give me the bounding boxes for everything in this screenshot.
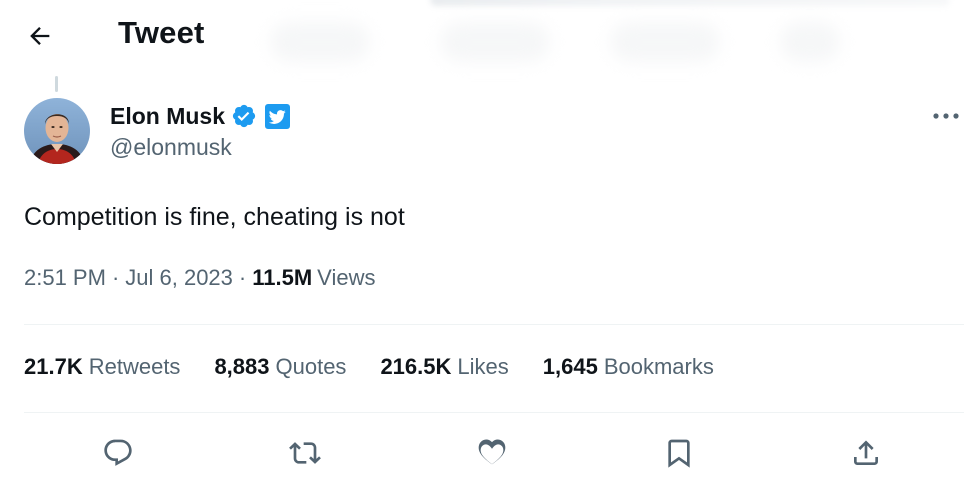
bookmarks-stat[interactable]: 1,645 Bookmarks bbox=[543, 354, 714, 380]
meta-separator: · bbox=[111, 265, 120, 290]
stat-count: 216.5K bbox=[380, 354, 452, 379]
stat-label: Retweets bbox=[88, 354, 181, 379]
divider bbox=[24, 324, 964, 325]
quotes-stat[interactable]: 8,883 Quotes bbox=[214, 354, 346, 380]
views-count: 11.5M bbox=[252, 265, 313, 290]
retweets-stat[interactable]: 21.7K Retweets bbox=[24, 354, 180, 380]
divider bbox=[24, 412, 964, 413]
share-button[interactable] bbox=[842, 429, 890, 477]
meta-separator: · bbox=[238, 265, 247, 290]
thread-connector-line bbox=[55, 76, 58, 92]
likes-stat[interactable]: 216.5K Likes bbox=[380, 354, 508, 380]
author-name[interactable]: Elon Musk bbox=[110, 103, 225, 130]
reply-icon bbox=[104, 439, 132, 466]
tweet-page: Tweet Elon Musk @elonmusk Competition is… bbox=[0, 0, 980, 497]
stat-count: 21.7K bbox=[24, 354, 83, 379]
stat-label: Bookmarks bbox=[603, 354, 714, 379]
stat-count: 1,645 bbox=[542, 354, 598, 379]
verified-badge-icon bbox=[232, 104, 256, 128]
tweet-date[interactable]: Jul 6, 2023 bbox=[125, 265, 233, 291]
retweet-icon bbox=[289, 442, 321, 464]
stat-label: Likes bbox=[457, 354, 509, 379]
heart-icon bbox=[478, 439, 506, 465]
more-horizontal-icon bbox=[933, 113, 959, 119]
avatar-image bbox=[24, 98, 90, 164]
author-name-row: Elon Musk bbox=[110, 100, 291, 132]
more-options-button[interactable] bbox=[924, 100, 968, 132]
back-button[interactable] bbox=[22, 18, 58, 54]
author-handle[interactable]: @elonmusk bbox=[110, 134, 232, 161]
tweet-time[interactable]: 2:51 PM bbox=[24, 265, 106, 291]
arrow-left-icon bbox=[30, 27, 50, 45]
like-button[interactable] bbox=[468, 429, 516, 477]
page-header: Tweet bbox=[0, 0, 980, 70]
bookmark-button[interactable] bbox=[655, 429, 703, 477]
stat-label: Quotes bbox=[275, 354, 347, 379]
page-title: Tweet bbox=[118, 15, 205, 50]
avatar[interactable] bbox=[24, 98, 90, 164]
reply-button[interactable] bbox=[94, 429, 142, 477]
twitter-bird-badge-icon bbox=[265, 103, 291, 129]
tweet-actions bbox=[24, 425, 964, 481]
views-label: Views bbox=[317, 265, 376, 290]
retweet-button[interactable] bbox=[281, 429, 329, 477]
engagement-stats: 21.7K Retweets 8,883 Quotes 216.5K Likes 1,… bbox=[24, 354, 748, 380]
share-icon bbox=[854, 440, 878, 465]
tweet-meta: 2:51 PM · Jul 6, 2023 · 11.5M Views bbox=[24, 265, 375, 291]
stat-count: 8,883 bbox=[214, 354, 270, 379]
bookmark-icon bbox=[668, 439, 690, 468]
tweet-text: Competition is fine, cheating is not bbox=[24, 203, 405, 231]
